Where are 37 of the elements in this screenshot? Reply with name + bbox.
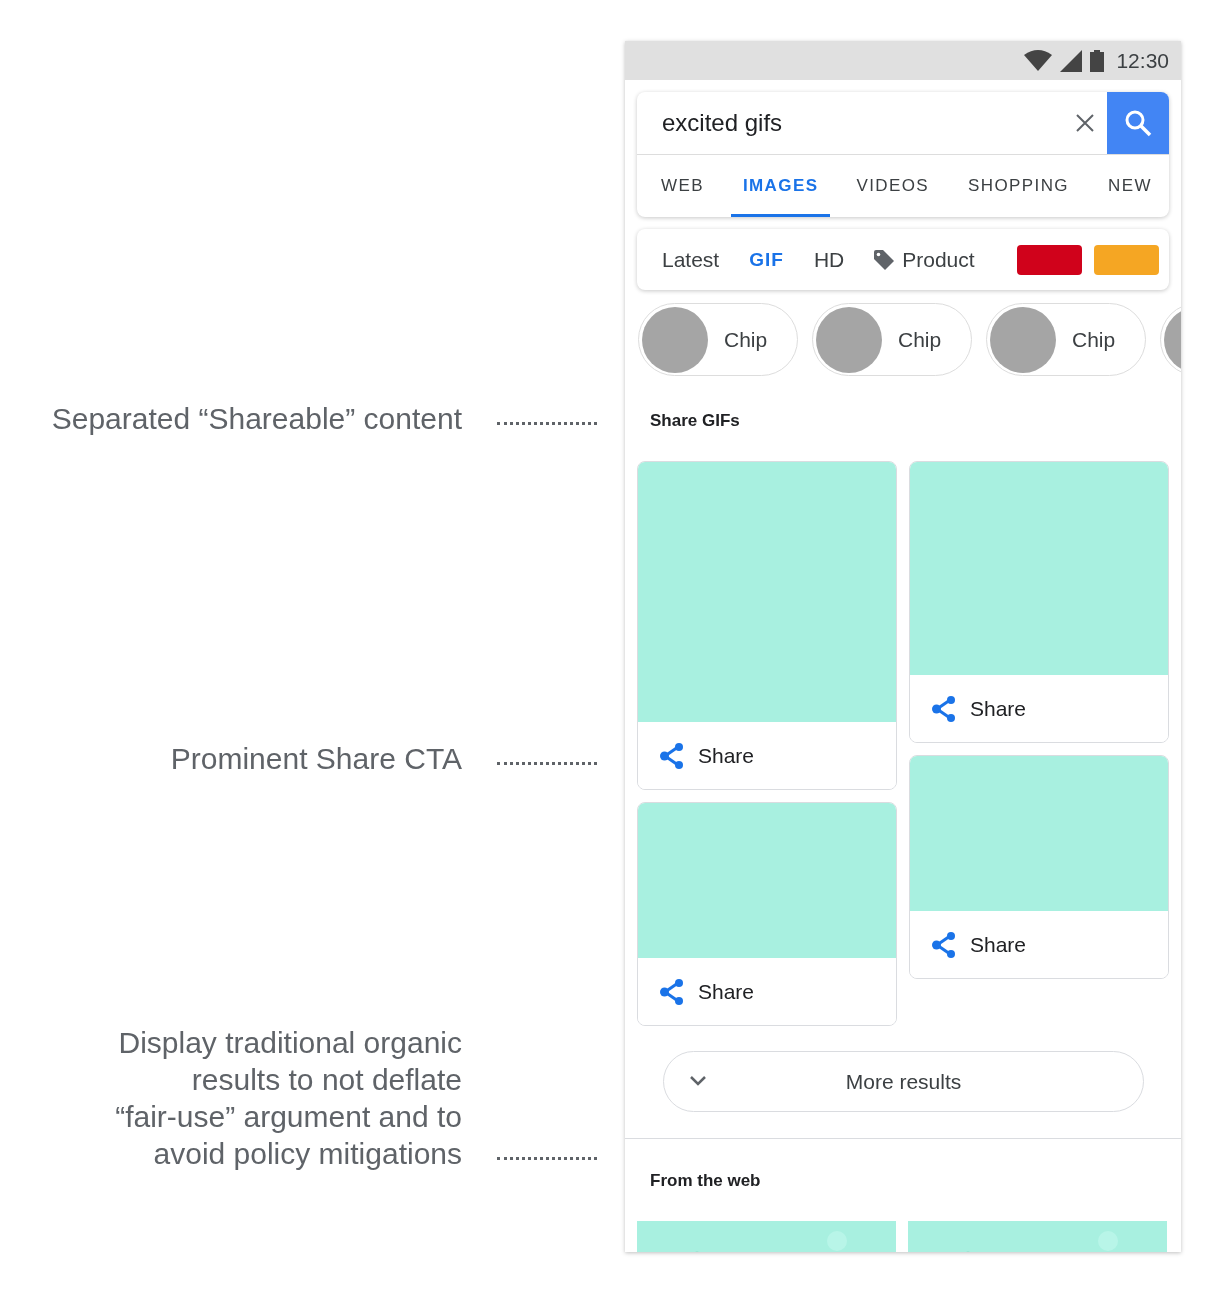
chip[interactable]: Chip	[812, 303, 972, 376]
filter-option[interactable]: Product	[874, 247, 975, 272]
wifi-icon	[1024, 50, 1053, 71]
more-results-button[interactable]: More results	[663, 1051, 1144, 1112]
status-time: 12:30	[1116, 48, 1169, 73]
annotation-text: Display traditional organic results to not deflate “fair-use” argument and to avoid policy mitigations	[114, 1025, 462, 1172]
filter-option[interactable]: GIF	[749, 248, 784, 271]
chevron-down-icon	[690, 1076, 706, 1086]
search-tab[interactable]: NEW	[1096, 155, 1164, 217]
tag-icon	[874, 249, 895, 270]
share-icon	[932, 695, 956, 722]
avatar	[990, 306, 1056, 373]
search-tab[interactable]: WEB	[649, 155, 716, 217]
filter-option[interactable]: Latest	[662, 247, 720, 272]
search-icon	[1124, 109, 1152, 137]
color-swatch[interactable]	[1016, 244, 1082, 275]
search-button[interactable]	[1107, 92, 1169, 154]
search-tab[interactable]: SHOPPING	[956, 155, 1081, 217]
battery-icon	[1090, 49, 1105, 72]
signal-icon	[1060, 49, 1083, 72]
color-swatch[interactable]	[1093, 244, 1159, 275]
chip[interactable]: Chip	[638, 303, 798, 376]
close-icon	[1076, 114, 1094, 132]
annotation-text: Separated “Shareable” content	[50, 401, 462, 437]
search-tab[interactable]: IMAGES	[730, 155, 831, 217]
chip[interactable]: Chip	[986, 303, 1146, 376]
annotation-text: Prominent Share CTA	[169, 741, 462, 777]
share-icon	[932, 931, 956, 958]
share-icon	[660, 978, 684, 1005]
filter-option[interactable]: HD	[813, 247, 845, 272]
section-title: Share GIFs	[649, 410, 741, 431]
avatar	[642, 306, 708, 373]
share-icon	[660, 742, 684, 769]
search-field[interactable]: excited gifs	[637, 92, 1063, 154]
avatar	[816, 306, 882, 373]
section-title: From the web	[649, 1170, 762, 1191]
search-tab[interactable]: VIDEOS	[844, 155, 942, 217]
